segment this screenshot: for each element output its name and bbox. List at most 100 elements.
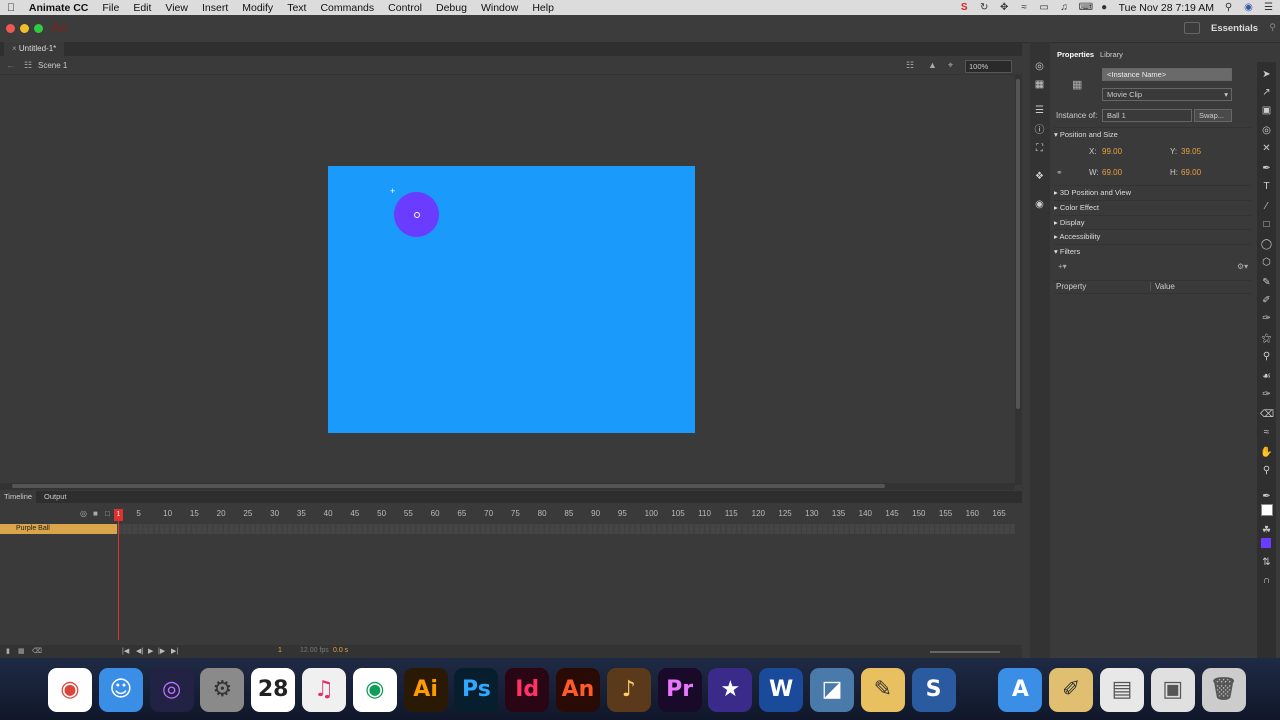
menu-control[interactable]: Control bbox=[381, 2, 429, 14]
polystar-tool-icon[interactable]: ⬡ bbox=[1260, 256, 1273, 269]
dock-script-editor-icon[interactable]: ✐ bbox=[1049, 668, 1094, 712]
subselection-tool-icon[interactable]: ↗ bbox=[1260, 86, 1273, 99]
dock-window-icon[interactable]: ▣ bbox=[1150, 668, 1195, 712]
instance-name-field[interactable]: <Instance Name> bbox=[1102, 68, 1232, 81]
list-icon[interactable]: ☰ bbox=[1263, 2, 1274, 13]
transformation-point[interactable] bbox=[414, 212, 420, 218]
swap-button[interactable]: Swap... bbox=[1194, 109, 1232, 122]
edit-symbols-icon[interactable]: ▲ bbox=[928, 60, 937, 70]
search-icon[interactable]: ⚲ bbox=[1223, 2, 1234, 13]
section-filters[interactable]: ▾ Filters bbox=[1054, 244, 1251, 258]
w-value[interactable]: 69.00 bbox=[1102, 168, 1122, 177]
hand-tool-icon[interactable]: ✋ bbox=[1260, 446, 1273, 459]
menu-insert[interactable]: Insert bbox=[195, 2, 235, 14]
add-filter-icon[interactable]: +▾ bbox=[1058, 262, 1067, 271]
apple-icon[interactable]:  bbox=[0, 2, 22, 14]
dock-snagit-icon[interactable]: S bbox=[911, 668, 956, 712]
dock-calendar-icon[interactable]: 28 bbox=[251, 668, 296, 712]
dock-garageband-icon[interactable]: ♪ bbox=[606, 668, 651, 712]
playhead-frame-number[interactable]: 1 bbox=[114, 509, 123, 521]
snap-to-objects-icon[interactable]: ∩ bbox=[1260, 574, 1273, 587]
paint-bucket-tool-icon[interactable]: ⚲ bbox=[1260, 350, 1273, 363]
volume-icon[interactable]: ♫ bbox=[1059, 2, 1070, 13]
menu-debug[interactable]: Debug bbox=[429, 2, 474, 14]
sync-settings-icon[interactable] bbox=[1184, 22, 1200, 34]
pencil-tool-icon[interactable]: ✎ bbox=[1260, 276, 1273, 289]
paint-brush-tool-icon[interactable]: ✑ bbox=[1260, 312, 1273, 325]
instance-of-field[interactable]: Ball 1 bbox=[1102, 109, 1192, 122]
eyedropper-tool-icon[interactable]: ✑ bbox=[1260, 388, 1273, 401]
horizontal-scroll-thumb[interactable] bbox=[12, 484, 885, 488]
swap-colors-icon[interactable]: ⇅ bbox=[1260, 556, 1273, 569]
move-icon[interactable]: ✥ bbox=[999, 2, 1010, 13]
outline-all-icon[interactable]: □ bbox=[105, 509, 110, 518]
dock-siri-icon[interactable]: ◎ bbox=[149, 668, 194, 712]
show-hide-all-icon[interactable]: ◎ bbox=[80, 509, 87, 518]
dock-chrome-2-icon[interactable]: ◉ bbox=[352, 668, 397, 712]
menu-file[interactable]: File bbox=[95, 2, 126, 14]
section-accessibility[interactable]: ▸ Accessibility bbox=[1054, 229, 1251, 243]
fill-color-swatch[interactable] bbox=[1261, 538, 1271, 548]
new-layer-icon[interactable]: ▮ bbox=[6, 647, 10, 655]
fill-color-icon[interactable]: ☘ bbox=[1260, 524, 1273, 537]
timeline-zoom-slider[interactable] bbox=[930, 651, 1000, 653]
x-value[interactable]: 99.00 bbox=[1102, 147, 1122, 156]
y-value[interactable]: 39.05 bbox=[1181, 147, 1201, 156]
avatar-icon[interactable]: ◉ bbox=[1243, 2, 1254, 13]
tab-output[interactable]: Output bbox=[40, 491, 71, 503]
dock-illustrator-icon[interactable]: Ai bbox=[403, 668, 448, 712]
sync-icon[interactable]: ↻ bbox=[979, 2, 990, 13]
dock-photoshop-icon[interactable]: Ps bbox=[454, 668, 499, 712]
dock-notes-icon[interactable]: ✎ bbox=[860, 668, 905, 712]
dock-finder-icon[interactable]: ☺ bbox=[98, 668, 143, 712]
layer-name-cell[interactable]: Purple Ball bbox=[0, 524, 117, 534]
center-stage-icon[interactable]: ⌖ bbox=[948, 60, 953, 71]
section-color-effect[interactable]: ▸ Color Effect bbox=[1054, 200, 1251, 214]
free-transform-tool-icon[interactable]: ▣ bbox=[1260, 104, 1273, 117]
info-icon[interactable]: ⓘ bbox=[1033, 124, 1046, 137]
tab-properties[interactable]: Properties bbox=[1057, 50, 1094, 59]
vertical-scrollbar[interactable] bbox=[1015, 75, 1022, 485]
dock-animate-icon[interactable]: An bbox=[556, 668, 600, 712]
workspace-switcher[interactable]: Essentials bbox=[1211, 23, 1258, 34]
dock-premiere-icon[interactable]: Pr bbox=[657, 668, 702, 712]
s-icon[interactable]: S bbox=[959, 2, 970, 13]
code-snippets-icon[interactable]: ❖ bbox=[1033, 170, 1046, 183]
lasso-tool-icon[interactable]: ✕ bbox=[1260, 142, 1273, 155]
playhead[interactable] bbox=[118, 510, 119, 640]
dock-itunes-icon[interactable]: ♫ bbox=[302, 668, 346, 712]
components-icon[interactable]: ◉ bbox=[1033, 198, 1046, 211]
tab-library[interactable]: Library bbox=[1100, 50, 1123, 59]
transform-icon[interactable]: ⛶ bbox=[1033, 142, 1046, 155]
stroke-color-swatch[interactable] bbox=[1261, 504, 1273, 516]
eraser-tool-icon[interactable]: ⌫ bbox=[1260, 408, 1274, 421]
text-tool-icon[interactable]: T bbox=[1260, 180, 1273, 193]
align-icon[interactable]: ☰ bbox=[1033, 104, 1046, 117]
first-frame-icon[interactable]: |◀ bbox=[122, 647, 129, 655]
close-window-button[interactable] bbox=[6, 24, 15, 33]
prev-frame-icon[interactable]: ◀| bbox=[136, 647, 143, 655]
menu-window[interactable]: Window bbox=[474, 2, 525, 14]
frame-readout[interactable]: 1 bbox=[278, 647, 282, 654]
play-icon[interactable]: ▶ bbox=[148, 647, 153, 655]
clock[interactable]: Tue Nov 28 7:19 AM bbox=[1119, 2, 1214, 14]
dock-imovie-icon[interactable]: ★ bbox=[708, 668, 753, 712]
dock-word-icon[interactable]: W bbox=[759, 668, 804, 712]
bone-tool-icon[interactable]: ⚝ bbox=[1260, 332, 1273, 345]
grid-icon[interactable]: ▦ bbox=[1033, 78, 1046, 91]
screen-icon[interactable]: ▭ bbox=[1039, 2, 1050, 13]
horizontal-scrollbar[interactable] bbox=[0, 483, 1015, 490]
scene-label[interactable]: Scene 1 bbox=[38, 61, 67, 70]
stroke-color-icon[interactable]: ✒ bbox=[1260, 490, 1273, 503]
stage[interactable] bbox=[328, 166, 695, 433]
frame-ruler[interactable]: 5 10 15 20 25 30 35 40 45 50 55 60 65 70 75 80 85 90 95 100… bbox=[117, 509, 1015, 521]
app-menu[interactable]: Animate CC bbox=[22, 2, 96, 14]
selection-tool-icon[interactable]: ➤ bbox=[1260, 68, 1273, 81]
link-icon[interactable]: ⚭ bbox=[1056, 168, 1063, 177]
h-value[interactable]: 69.00 bbox=[1181, 168, 1201, 177]
motion-editor-icon[interactable]: ◎ bbox=[1033, 60, 1046, 73]
filter-options-icon[interactable]: ⚙▾ bbox=[1237, 262, 1248, 271]
layer-frames[interactable] bbox=[117, 524, 1015, 534]
wifi-icon[interactable]: ≈ bbox=[1019, 2, 1030, 13]
document-tab[interactable]: × Untitled-1* bbox=[4, 42, 65, 56]
